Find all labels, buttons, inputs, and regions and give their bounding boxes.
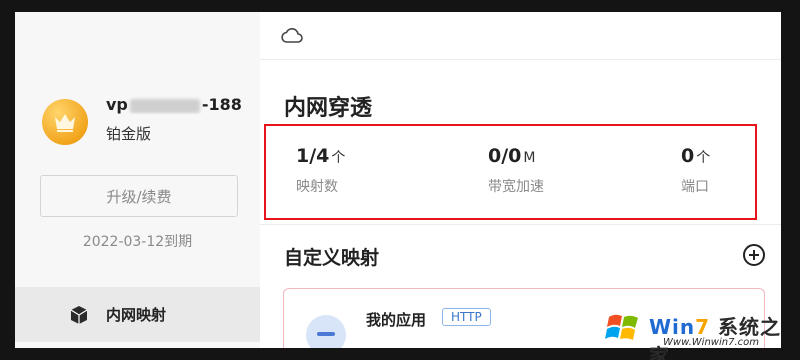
stat-label: 映射数 — [296, 179, 338, 195]
watermark-url: Www.Winwin7.com — [663, 337, 759, 348]
stat-bandwidth: 0/0 M 带宽加速 — [488, 145, 544, 196]
app-window: vp -188 铂金版 升级/续费 2022-03-12到期 内网映射 内网穿透 … — [15, 12, 781, 348]
plus-circle-icon[interactable] — [743, 244, 765, 266]
username-prefix: vp — [106, 95, 128, 114]
stat-value: 0 — [681, 145, 695, 167]
username-suffix: -188 — [201, 95, 242, 114]
avatar[interactable] — [42, 99, 88, 145]
stat-mappings: 1/4 个 映射数 — [296, 145, 345, 196]
sidebar-item-intranet-mapping[interactable]: 内网映射 — [15, 287, 260, 342]
stat-unit: M — [523, 150, 536, 166]
stat-label: 端口 — [681, 179, 709, 195]
stat-value: 0/0 — [488, 145, 522, 167]
watermark-brand: Win7 系统之家 — [649, 315, 782, 360]
expire-date: 2022-03-12到期 — [82, 234, 193, 250]
divider — [260, 224, 781, 225]
username-redacted — [129, 98, 200, 113]
stat-unit: 个 — [331, 150, 346, 166]
username: vp -188 — [106, 95, 246, 114]
stat-unit: 个 — [696, 150, 711, 166]
crown-icon — [55, 114, 75, 132]
app-icon — [306, 315, 346, 348]
stats-panel: 1/4 个 映射数 0/0 M 带宽加速 0个 端口 — [284, 130, 760, 210]
mapping-name: 我的应用 — [366, 311, 427, 329]
sidebar: vp -188 铂金版 升级/续费 2022-03-12到期 内网映射 — [15, 12, 260, 348]
windows-logo-icon — [605, 314, 638, 340]
section-title: 自定义映射 — [284, 247, 380, 269]
page-title: 内网穿透 — [284, 96, 373, 121]
sidebar-item-label: 内网映射 — [106, 306, 167, 324]
cube-icon — [70, 305, 88, 324]
plan-name: 铂金版 — [106, 125, 152, 143]
stat-ports: 0个 端口 — [681, 145, 710, 196]
watermark: Win7 系统之家 Www.Winwin7.com — [603, 305, 799, 360]
main-panel: 内网穿透 1/4 个 映射数 0/0 M 带宽加速 0个 端口 自定义映射 我的应用… — [260, 12, 781, 348]
cloud-icon[interactable] — [280, 26, 304, 44]
protocol-badge: HTTP — [442, 308, 491, 326]
stat-label: 带宽加速 — [488, 179, 544, 195]
upgrade-button[interactable]: 升级/续费 — [40, 175, 238, 217]
stat-value: 1/4 — [296, 145, 330, 167]
top-bar — [260, 12, 781, 60]
